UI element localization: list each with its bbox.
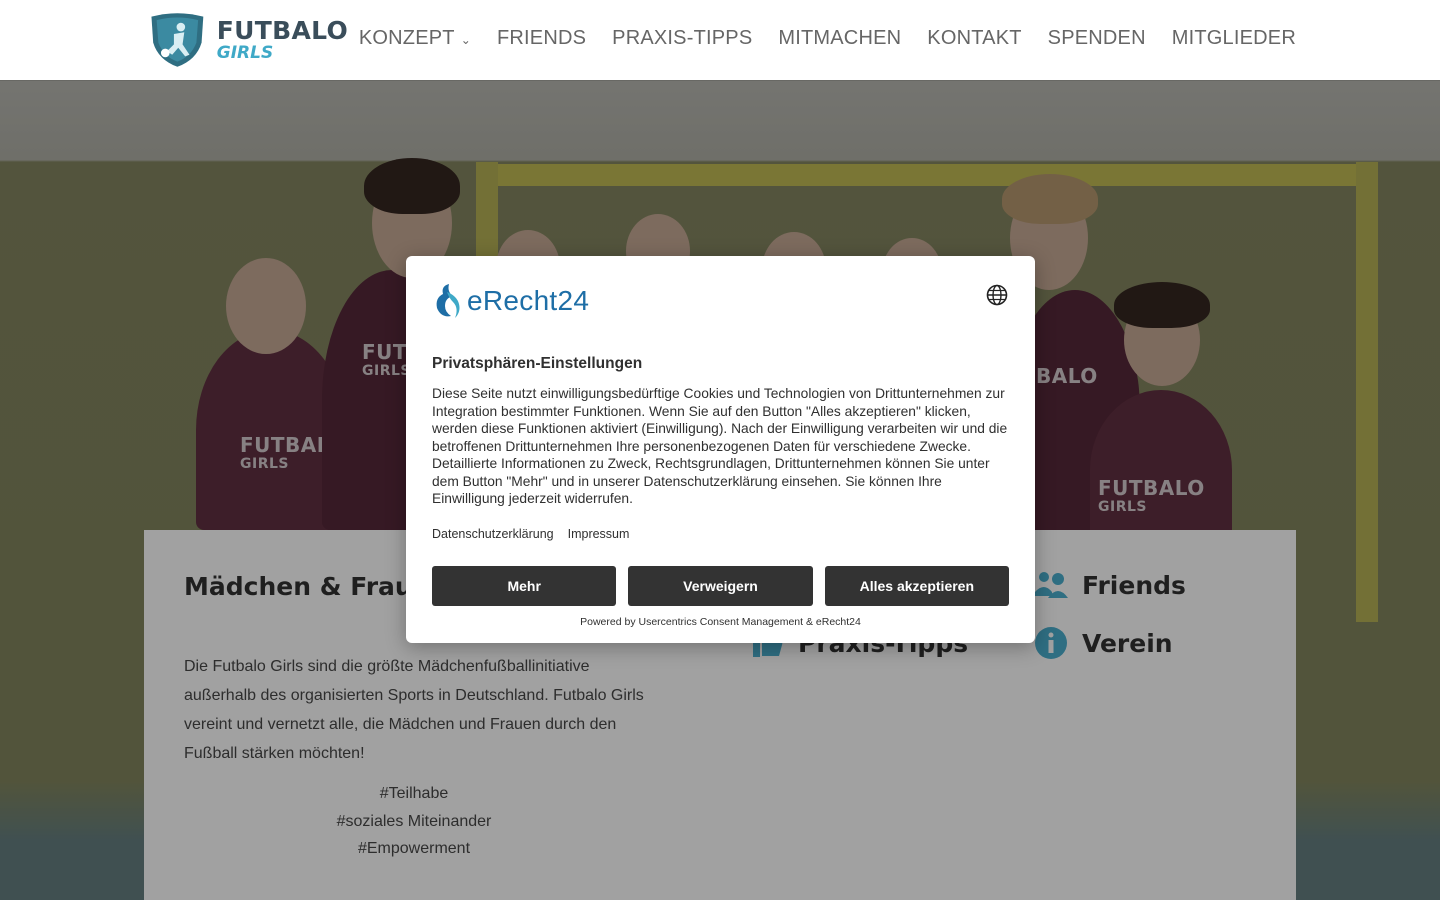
erecht24-brand: eRecht24 xyxy=(467,285,590,316)
erecht24-logo-icon xyxy=(436,284,460,318)
hashtag: #soziales Miteinander xyxy=(336,812,492,830)
hashtag-list: #Teilhabe #soziales Miteinander #Empower… xyxy=(184,780,644,863)
hashtag: #Empowerment xyxy=(357,840,471,857)
powered-by-text: Powered by Usercentrics Consent Manageme… xyxy=(580,616,861,628)
nav-item-label: MITMACHEN xyxy=(778,27,902,49)
more-button[interactable]: Mehr xyxy=(432,566,617,606)
hashtag: #Teilhabe xyxy=(379,785,449,802)
accept-all-button[interactable]: Alles akzeptieren xyxy=(824,566,1009,606)
nav-item-label: KONTAKT xyxy=(927,27,1022,49)
nav-item-label: PRAXIS-TIPPS xyxy=(612,27,753,49)
cookie-consent-dialog: eRecht24 Privatsphären-Einstellungen Die… xyxy=(406,256,1035,643)
privacy-policy-link[interactable]: Datenschutzerklärung xyxy=(432,527,554,541)
nav-item-konzept[interactable]: KONZEPT ⌄ xyxy=(359,27,471,50)
feature-label: Friends xyxy=(1082,570,1186,600)
consent-title: Privatsphären-Einstellungen xyxy=(432,355,643,372)
nav-item-label: SPENDEN xyxy=(1047,27,1146,49)
nav-item-label: KONZEPT xyxy=(358,27,455,49)
logo-title: FUTBALO xyxy=(216,16,348,45)
section-body: Die Futbalo Girls sind die größte Mädche… xyxy=(184,658,644,762)
deny-button[interactable]: Verweigern xyxy=(628,566,813,606)
imprint-link[interactable]: Impressum xyxy=(568,527,630,541)
info-icon xyxy=(1034,626,1068,660)
globe-icon[interactable] xyxy=(986,284,1008,306)
logo-subtitle: GIRLS xyxy=(216,43,274,63)
consent-links: Datenschutzerklärung Impressum xyxy=(432,527,629,541)
nav-item-spenden[interactable]: SPENDEN xyxy=(1048,27,1146,50)
erecht24-logo: eRecht24 xyxy=(431,282,589,320)
nav-item-mitmachen[interactable]: MITMACHEN xyxy=(778,27,901,50)
shield-logo-icon xyxy=(151,13,204,67)
consent-buttons: Mehr Verweigern Alles akzeptieren xyxy=(432,566,1009,606)
site-header: FUTBALO GIRLS KONZEPT ⌄ FRIENDS PRAXIS-T… xyxy=(0,0,1440,80)
main-nav: KONZEPT ⌄ FRIENDS PRAXIS-TIPPS MITMACHEN… xyxy=(333,27,1296,50)
nav-item-mitglieder[interactable]: MITGLIEDER xyxy=(1172,27,1296,50)
nav-item-friends[interactable]: FRIENDS xyxy=(497,27,586,50)
nav-item-praxis-tipps[interactable]: PRAXIS-TIPPS xyxy=(612,27,752,50)
consent-text: Diese Seite nutzt einwilligungsbedürftig… xyxy=(432,386,1008,506)
nav-item-label: MITGLIEDER xyxy=(1171,27,1296,49)
nav-item-label: FRIENDS xyxy=(496,27,587,49)
users-icon xyxy=(1034,568,1068,602)
chevron-down-icon: ⌄ xyxy=(460,32,471,47)
feature-label: Verein xyxy=(1082,628,1173,658)
site-logo[interactable]: FUTBALO GIRLS xyxy=(148,7,348,73)
feature-verein[interactable]: Verein xyxy=(1034,626,1173,660)
nav-item-kontakt[interactable]: KONTAKT xyxy=(927,27,1021,50)
feature-friends[interactable]: Friends xyxy=(1034,568,1186,602)
